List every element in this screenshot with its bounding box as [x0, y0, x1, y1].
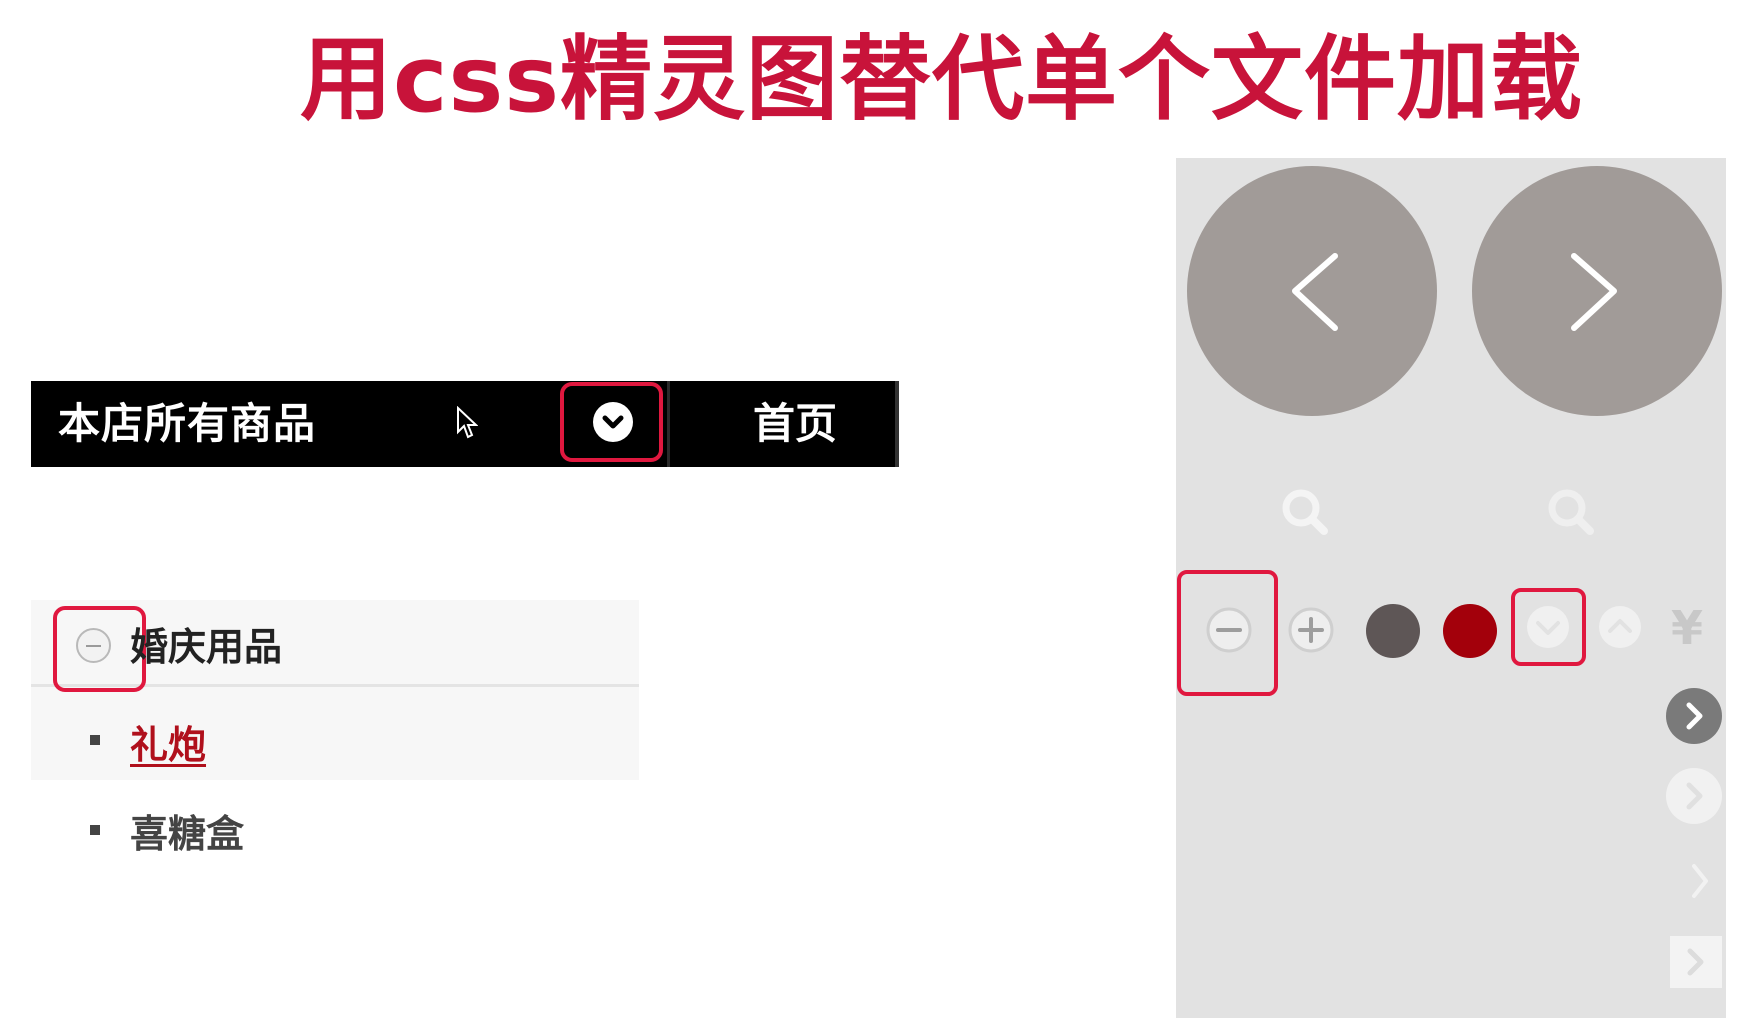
all-products-label[interactable]: 本店所有商品	[58, 381, 316, 467]
sprite-sheet: ¥	[1176, 158, 1726, 1018]
arrow-left-circle-icon	[1187, 166, 1437, 416]
chevron-right-square-icon	[1670, 936, 1722, 988]
minus-circle-icon	[1206, 607, 1252, 653]
nav-bar: 本店所有商品 首页	[31, 381, 899, 467]
category-title[interactable]: 婚庆用品	[130, 620, 282, 675]
nav-bar-edge	[895, 381, 899, 467]
arrow-right-circle-icon	[1472, 166, 1722, 416]
category-item-lipao[interactable]: 礼炮	[130, 718, 206, 773]
slide-title: 用css精灵图替代单个文件加载	[300, 26, 1584, 133]
plus-circle-icon	[1288, 607, 1334, 653]
chevron-right-light-circle-icon	[1666, 768, 1722, 824]
mouse-cursor-icon	[457, 406, 478, 439]
search-icon-light	[1548, 489, 1594, 535]
chevron-down-circle-icon	[593, 402, 633, 442]
search-icon	[1282, 489, 1328, 535]
chevron-up-icon	[1599, 606, 1641, 648]
dark-red-dot	[1443, 604, 1497, 658]
list-bullet	[90, 825, 100, 835]
dark-gray-dot	[1366, 604, 1420, 658]
chevron-right-dark-circle-icon	[1666, 688, 1722, 744]
list-bullet	[90, 735, 100, 745]
nav-home-link[interactable]: 首页	[670, 381, 920, 467]
chevron-down-icon	[1527, 606, 1569, 648]
category-item-xitanghe[interactable]: 喜糖盒	[130, 807, 244, 862]
yen-icon: ¥	[1670, 601, 1703, 655]
dropdown-toggle-button[interactable]	[560, 382, 663, 462]
chevron-right-thin-icon	[1692, 864, 1708, 898]
